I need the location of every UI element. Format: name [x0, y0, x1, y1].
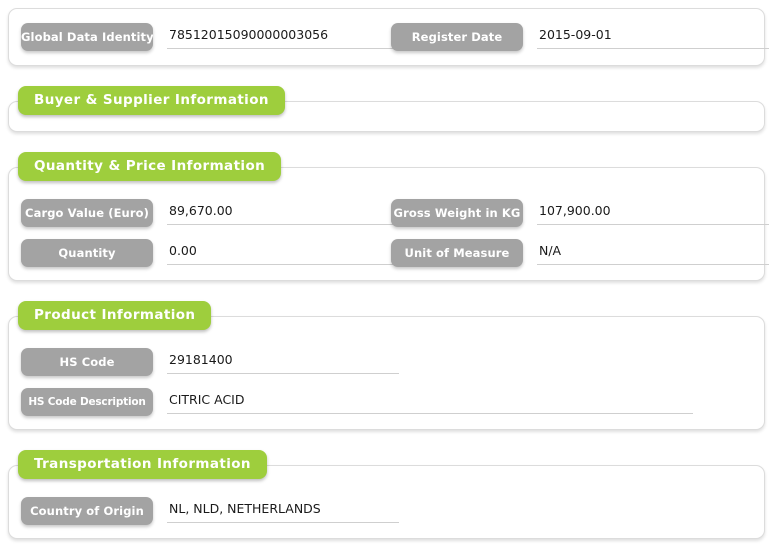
panel-header-info: Global Data Identity 7851201509000000305…	[8, 8, 769, 66]
value-unit-of-measure[interactable]: N/A	[537, 239, 769, 265]
label-global-data-identity: Global Data Identity	[21, 23, 153, 51]
label-register-date: Register Date	[391, 23, 523, 51]
value-hs-code[interactable]: 29181400	[167, 348, 399, 374]
value-gross-weight[interactable]: 107,900.00	[537, 199, 769, 225]
value-quantity[interactable]: 0.00	[167, 239, 399, 265]
label-hs-code: HS Code	[21, 348, 153, 376]
section-title-buyer-supplier: Buyer & Supplier Information	[18, 86, 285, 115]
label-unit-of-measure: Unit of Measure	[391, 239, 523, 267]
trade-record-detail-page: Global Data Identity 7851201509000000305…	[0, 0, 773, 548]
panel-transportation: Transportation Information Country of Or…	[8, 450, 765, 539]
label-cargo-value: Cargo Value (Euro)	[21, 199, 153, 227]
section-title-product: Product Information	[18, 301, 212, 330]
section-title-transportation: Transportation Information	[18, 450, 267, 479]
label-hs-code-description: HS Code Description	[21, 388, 153, 416]
label-quantity: Quantity	[21, 239, 153, 267]
label-country-of-origin: Country of Origin	[21, 497, 153, 525]
section-title-quantity-price: Quantity & Price Information	[18, 152, 282, 181]
value-global-data-identity[interactable]: 78512015090000003056	[167, 23, 399, 49]
value-register-date[interactable]: 2015-09-01	[537, 23, 769, 49]
panel-product: Product Information HS Code 29181400 HS …	[8, 301, 765, 430]
panel-buyer-supplier: Buyer & Supplier Information	[8, 86, 765, 132]
panel-quantity-price: Quantity & Price Information Cargo Value…	[8, 152, 769, 281]
label-gross-weight: Gross Weight in KG	[391, 199, 523, 227]
value-hs-code-description[interactable]: CITRIC ACID	[167, 388, 693, 414]
value-country-of-origin[interactable]: NL, NLD, NETHERLANDS	[167, 497, 399, 523]
value-cargo-value[interactable]: 89,670.00	[167, 199, 399, 225]
